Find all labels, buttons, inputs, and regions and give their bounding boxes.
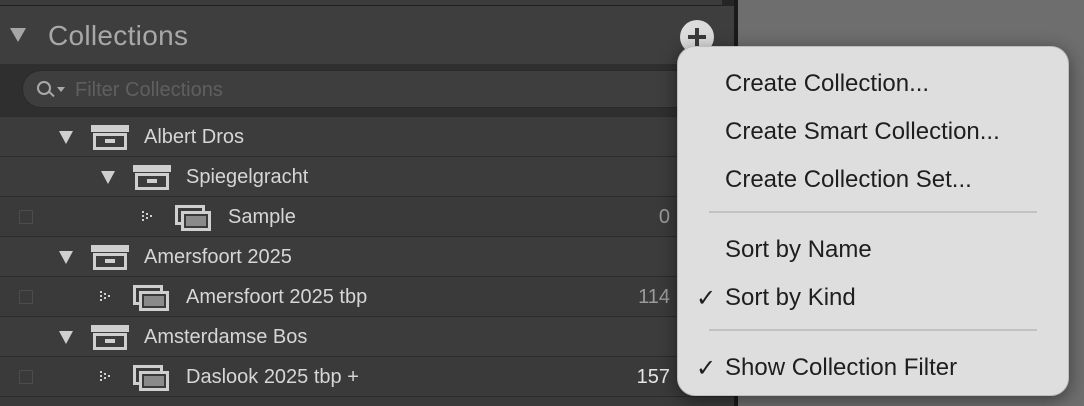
tree-row-partial bbox=[0, 396, 734, 406]
menu-item-create-collection[interactable]: Create Collection... bbox=[678, 63, 1070, 103]
collection-icon bbox=[175, 205, 213, 231]
menu-item-show-collection-filter[interactable]: ✓ Show Collection Filter bbox=[678, 347, 1070, 387]
collection-set-icon bbox=[91, 245, 129, 271]
checkmark-icon: ✓ bbox=[696, 354, 717, 382]
collection-set-icon bbox=[133, 165, 171, 191]
photo-count: 0 bbox=[658, 206, 670, 228]
tree-row[interactable]: Amersfoort 2025 bbox=[0, 236, 734, 276]
collection-arrow-icon bbox=[142, 211, 156, 225]
menu-item-create-collection-set[interactable]: Create Collection Set... bbox=[678, 159, 1070, 199]
tree-row[interactable]: Daslook 2025 tbp + 157 bbox=[0, 356, 734, 396]
panel-title: Collections bbox=[48, 20, 189, 51]
expand-triangle-icon[interactable] bbox=[59, 331, 73, 344]
filter-collections-box[interactable] bbox=[22, 70, 702, 108]
chevron-down-icon[interactable] bbox=[57, 87, 65, 92]
filter-collections-input[interactable] bbox=[75, 77, 675, 103]
collection-arrow-icon bbox=[100, 291, 114, 305]
tree-row[interactable]: Amersfoort 2025 tbp 114 bbox=[0, 276, 734, 316]
tree-row[interactable]: Albert Dros bbox=[0, 116, 734, 156]
collection-icon bbox=[133, 285, 171, 311]
collection-arrow-icon bbox=[100, 371, 114, 385]
target-checkbox[interactable] bbox=[19, 370, 33, 384]
target-checkbox[interactable] bbox=[19, 210, 33, 224]
tree-row[interactable]: Sample 0 bbox=[0, 196, 734, 236]
collection-set-icon bbox=[91, 325, 129, 351]
menu-item-sort-by-name[interactable]: Sort by Name bbox=[678, 229, 1070, 269]
target-checkbox[interactable] bbox=[19, 290, 33, 304]
tree-row-label: Daslook 2025 tbp + bbox=[186, 366, 359, 388]
menu-separator bbox=[709, 329, 1037, 331]
tree-row-label: Albert Dros bbox=[144, 126, 245, 148]
collection-icon bbox=[133, 365, 171, 391]
collapse-triangle-icon[interactable] bbox=[10, 28, 26, 42]
expand-triangle-icon[interactable] bbox=[59, 131, 73, 144]
tree-row-label: Amersfoort 2025 bbox=[144, 246, 292, 268]
checkmark-icon: ✓ bbox=[696, 284, 717, 312]
photo-count: 157 bbox=[636, 366, 670, 388]
menu-item-sort-by-kind[interactable]: ✓ Sort by Kind bbox=[678, 277, 1070, 317]
tree-row-label: Amersfoort 2025 tbp bbox=[186, 286, 368, 308]
expand-triangle-icon[interactable] bbox=[101, 171, 115, 184]
collections-panel: Collections Albert Dros bbox=[0, 0, 734, 406]
tree-row[interactable]: Spiegelgracht bbox=[0, 156, 734, 196]
tree-row[interactable]: Amsterdamse Bos bbox=[0, 316, 734, 356]
target-collection-mark: + bbox=[347, 366, 359, 388]
filter-row bbox=[0, 64, 734, 116]
expand-triangle-icon[interactable] bbox=[59, 251, 73, 264]
tree-row-label: Amsterdamse Bos bbox=[144, 326, 308, 348]
menu-separator bbox=[709, 211, 1037, 213]
panel-header[interactable]: Collections bbox=[0, 6, 734, 64]
photo-count: 114 bbox=[638, 286, 670, 308]
tree-row-label: Spiegelgracht bbox=[186, 166, 309, 188]
menu-item-create-smart-collection[interactable]: Create Smart Collection... bbox=[678, 111, 1070, 151]
tree-row-label: Sample bbox=[228, 206, 296, 228]
collection-set-icon bbox=[91, 125, 129, 151]
collections-context-menu: Create Collection... Create Smart Collec… bbox=[677, 46, 1069, 396]
